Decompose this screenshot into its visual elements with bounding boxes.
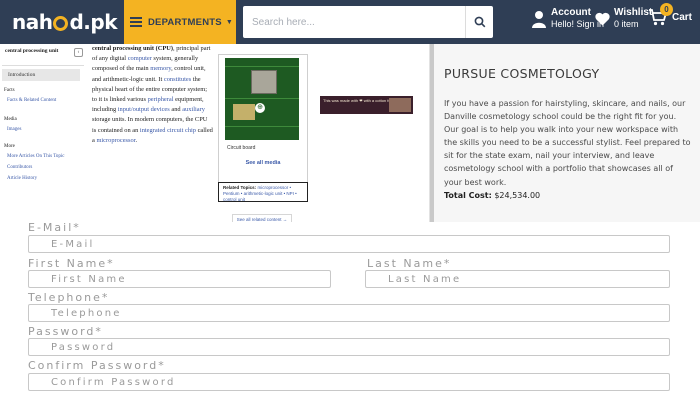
logo-text-start: nah (12, 10, 53, 34)
article-link[interactable]: peripheral (148, 96, 174, 103)
toc-item-introduction[interactable]: Introduction (2, 69, 80, 81)
article-link[interactable]: computer (128, 55, 152, 62)
encyclopedia-panel: central processing unit ‹ Introduction F… (0, 44, 430, 224)
article-link[interactable]: auxiliary (182, 106, 205, 113)
total-cost-label: Total Cost: (444, 190, 492, 200)
user-icon (532, 10, 546, 28)
site-header: nah d.pk DEPARTMENTS ▼ Account Hello! Sig… (0, 0, 700, 44)
article-link[interactable]: microprocessor (96, 137, 135, 144)
article-segment: . (135, 136, 138, 144)
ad-text: This was made with ❤ with a cotton feel! (323, 98, 395, 103)
search-input[interactable] (243, 6, 465, 38)
cosmetology-title: PURSUE COSMETOLOGY (444, 66, 600, 81)
email-label: E-Mail* (28, 221, 81, 234)
chip-shape (233, 104, 255, 120)
departments-label: DEPARTMENTS (148, 16, 222, 28)
toc-title: central processing unit (5, 48, 59, 54)
article-link[interactable]: memory (150, 65, 171, 72)
site-logo[interactable]: nah d.pk (0, 0, 124, 44)
article-link[interactable]: input/output devices (118, 106, 170, 113)
logo-ring-icon (53, 15, 69, 31)
logo-text-end: d.pk (69, 10, 118, 34)
see-all-media-link[interactable]: See all media (219, 151, 307, 166)
toc-divider (2, 65, 84, 66)
cosmetology-body: If you have a passion for hairstyling, s… (444, 99, 691, 187)
telephone-field[interactable] (28, 304, 670, 322)
cart-label: Cart (672, 11, 693, 23)
password-field[interactable] (28, 338, 670, 356)
table-of-contents: central processing unit ‹ Introduction F… (0, 44, 86, 222)
collapse-icon[interactable]: ‹ (74, 48, 83, 57)
last-name-field[interactable] (365, 270, 670, 288)
related-topics-box: Related Topics: microprocessor • Pentium… (218, 182, 308, 202)
circuit-board-image[interactable]: ⊕ (225, 58, 299, 140)
email-field[interactable] (28, 235, 670, 253)
search-bar (243, 6, 493, 38)
hamburger-icon (130, 15, 142, 29)
article-text: central processing unit (CPU), principal… (92, 44, 213, 146)
content-area: central processing unit ‹ Introduction F… (0, 44, 700, 224)
toc-heading-more: More (4, 144, 15, 149)
toc-item-article-history[interactable]: Article History (7, 176, 37, 181)
ad-banner[interactable]: This was made with ❤ with a cotton feel! (320, 96, 413, 114)
article-link[interactable]: constitutes (164, 76, 191, 83)
toc-item-more-articles[interactable]: More Articles On This Topic (7, 154, 65, 159)
first-name-field[interactable] (28, 270, 331, 288)
search-icon (474, 16, 485, 28)
article-link[interactable]: integrated circuit chip (140, 127, 196, 134)
related-topics-label: Related Topics: (223, 185, 257, 190)
cpu-chip-shape (251, 70, 277, 94)
media-figure: ⊕ Circuit board See all media Related To… (218, 54, 308, 232)
confirm-password-label: Confirm Password* (28, 359, 166, 372)
account-link[interactable]: Account Hello! Sign in (532, 7, 604, 30)
heart-icon (595, 12, 610, 25)
total-cost: Total Cost: $24,534.00 (444, 191, 692, 200)
search-button[interactable] (465, 6, 493, 38)
toc-item-images[interactable]: Images (7, 127, 21, 132)
article-term: central processing unit (CPU) (92, 45, 173, 52)
cart-link[interactable]: 0 Cart (648, 3, 693, 27)
article-segment: and (169, 106, 183, 114)
cart-count-badge: 0 (660, 3, 673, 16)
registration-form: E-Mail* First Name* Last Name* Telephone… (0, 221, 700, 400)
telephone-label: Telephone* (28, 291, 110, 304)
cosmetology-panel: PURSUE COSMETOLOGY If you have a passion… (434, 44, 700, 222)
zoom-icon[interactable]: ⊕ (255, 103, 265, 113)
wishlist-count: 0 item (614, 19, 639, 29)
last-name-label: Last Name* (367, 257, 452, 270)
departments-button[interactable]: DEPARTMENTS ▼ (124, 0, 236, 44)
toc-heading-media: Media (4, 117, 17, 122)
password-label: Password* (28, 325, 103, 338)
toc-heading-facts: Facts (4, 88, 15, 93)
confirm-password-field[interactable] (28, 373, 670, 391)
figure-caption: Circuit board (227, 145, 256, 151)
toc-item-facts[interactable]: Facts & Related Content (7, 98, 56, 103)
total-cost-value: $24,534.00 (494, 190, 541, 200)
figure-card[interactable]: ⊕ Circuit board See all media (218, 54, 308, 194)
wishlist-link[interactable]: Wishlist 0 item (595, 7, 652, 30)
caret-down-icon: ▼ (225, 18, 233, 26)
wishlist-title: Wishlist (614, 7, 653, 18)
toc-item-contributors[interactable]: Contributors (7, 165, 32, 170)
ad-image (389, 98, 411, 112)
first-name-label: First Name* (28, 257, 115, 270)
